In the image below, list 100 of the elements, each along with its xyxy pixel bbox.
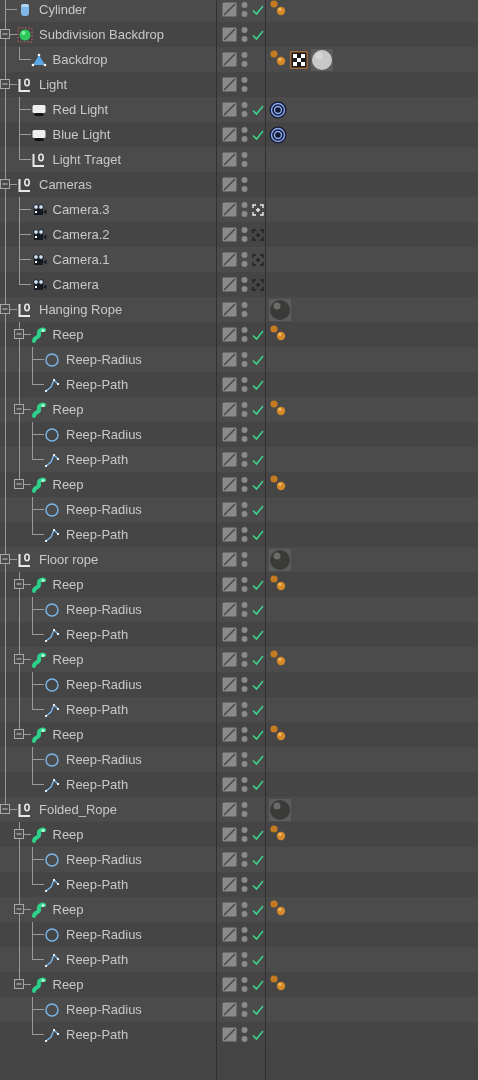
target-icon[interactable]	[269, 100, 287, 119]
object-name[interactable]: Reep-Radius	[66, 852, 142, 867]
visibility-dots-icon[interactable]	[241, 601, 248, 618]
object-name[interactable]: Floor rope	[39, 552, 99, 567]
layer-icon[interactable]	[222, 852, 237, 867]
object-row[interactable]: Reep-Path	[0, 697, 478, 722]
check-icon[interactable]	[252, 928, 264, 941]
visibility-dots-icon[interactable]	[241, 1, 248, 18]
collapse-toggle[interactable]	[13, 404, 25, 415]
object-name[interactable]: Light Traget	[52, 152, 122, 167]
visibility-dots-icon[interactable]	[241, 376, 248, 393]
visibility-dots-icon[interactable]	[241, 926, 248, 943]
layer-icon[interactable]	[222, 302, 237, 317]
collapse-toggle[interactable]	[0, 79, 11, 90]
collapse-toggle[interactable]	[13, 329, 25, 340]
layer-icon[interactable]	[222, 602, 237, 617]
check-icon[interactable]	[252, 678, 264, 691]
check-icon[interactable]	[252, 28, 264, 41]
object-name[interactable]: Hanging Rope	[39, 302, 123, 317]
layer-icon[interactable]	[222, 877, 237, 892]
visibility-dots-icon[interactable]	[241, 1026, 248, 1043]
layer-icon[interactable]	[222, 552, 237, 567]
collapse-toggle[interactable]	[0, 804, 11, 815]
check-icon[interactable]	[252, 103, 264, 116]
layer-icon[interactable]	[222, 477, 237, 492]
check-icon[interactable]	[252, 628, 264, 641]
visibility-dots-icon[interactable]	[241, 226, 248, 243]
layer-icon[interactable]	[222, 127, 237, 142]
check-icon[interactable]	[252, 953, 264, 966]
object-name[interactable]: Reep-Radius	[66, 352, 142, 367]
object-name[interactable]: Camera	[52, 277, 99, 292]
object-name[interactable]: Reep-Path	[66, 452, 129, 467]
layer-icon[interactable]	[222, 627, 237, 642]
collapse-toggle[interactable]	[13, 479, 25, 490]
object-name[interactable]: Reep-Path	[66, 777, 129, 792]
layer-icon[interactable]	[222, 252, 237, 267]
layer-icon[interactable]	[222, 527, 237, 542]
collapse-toggle[interactable]	[13, 979, 25, 990]
object-name[interactable]: Light	[39, 77, 68, 92]
object-name[interactable]: Camera.3	[52, 202, 110, 217]
layer-icon[interactable]	[222, 727, 237, 742]
object-row[interactable]: Reep-Path	[0, 947, 478, 972]
collapse-toggle[interactable]	[13, 729, 25, 740]
visibility-dots-icon[interactable]	[241, 426, 248, 443]
layer-icon[interactable]	[222, 577, 237, 592]
visibility-dots-icon[interactable]	[241, 676, 248, 693]
check-icon[interactable]	[252, 853, 264, 866]
object-row[interactable]: Hanging Rope	[0, 297, 478, 322]
visibility-dots-icon[interactable]	[241, 801, 248, 818]
collapse-toggle[interactable]	[13, 654, 25, 665]
object-row[interactable]: Reep	[0, 647, 478, 672]
layer-icon[interactable]	[222, 352, 237, 367]
object-name[interactable]: Backdrop	[52, 52, 108, 67]
visibility-dots-icon[interactable]	[241, 526, 248, 543]
check-icon[interactable]	[252, 753, 264, 766]
target-icon[interactable]	[269, 125, 287, 144]
visibility-dots-icon[interactable]	[241, 401, 248, 418]
visibility-dots-icon[interactable]	[241, 201, 248, 218]
object-row[interactable]: Folded_Rope	[0, 797, 478, 822]
visibility-dots-icon[interactable]	[241, 501, 248, 518]
layer-icon[interactable]	[222, 177, 237, 192]
visibility-dots-icon[interactable]	[241, 326, 248, 343]
object-name[interactable]: Reep-Radius	[66, 927, 142, 942]
check-icon[interactable]	[252, 428, 264, 441]
visibility-dots-icon[interactable]	[241, 101, 248, 118]
layer-icon[interactable]	[222, 452, 237, 467]
check-icon[interactable]	[252, 653, 264, 666]
check-icon[interactable]	[252, 378, 264, 391]
object-row[interactable]: Reep-Radius	[0, 747, 478, 772]
object-name[interactable]: Reep-Path	[66, 877, 129, 892]
check-icon[interactable]	[252, 403, 264, 416]
visibility-dots-icon[interactable]	[241, 276, 248, 293]
object-row[interactable]: Reep-Radius	[0, 847, 478, 872]
visibility-dots-icon[interactable]	[241, 1001, 248, 1018]
visibility-dots-icon[interactable]	[241, 976, 248, 993]
object-name[interactable]: Camera.2	[52, 227, 110, 242]
visibility-dots-icon[interactable]	[241, 951, 248, 968]
layer-icon[interactable]	[222, 777, 237, 792]
object-row[interactable]: Floor rope	[0, 547, 478, 572]
object-name[interactable]: Camera.1	[52, 252, 110, 267]
layer-icon[interactable]	[222, 277, 237, 292]
object-row[interactable]: Reep	[0, 397, 478, 422]
object-name[interactable]: Reep-Radius	[66, 752, 142, 767]
layer-icon[interactable]	[222, 902, 237, 917]
object-name[interactable]: Reep	[52, 652, 84, 667]
check-icon[interactable]	[252, 728, 264, 741]
layer-icon[interactable]	[222, 327, 237, 342]
collapse-toggle[interactable]	[0, 179, 11, 190]
layer-icon[interactable]	[222, 377, 237, 392]
object-name[interactable]: Reep-Path	[66, 1027, 129, 1042]
check-icon[interactable]	[252, 603, 264, 616]
object-name[interactable]: Reep	[52, 477, 84, 492]
object-row[interactable]: Reep-Path	[0, 447, 478, 472]
object-name[interactable]: Reep-Path	[66, 627, 129, 642]
check-icon[interactable]	[252, 503, 264, 516]
layer-icon[interactable]	[222, 2, 237, 17]
layer-icon[interactable]	[222, 952, 237, 967]
object-name[interactable]: Reep	[52, 827, 84, 842]
visibility-dots-icon[interactable]	[241, 576, 248, 593]
layer-icon[interactable]	[222, 702, 237, 717]
